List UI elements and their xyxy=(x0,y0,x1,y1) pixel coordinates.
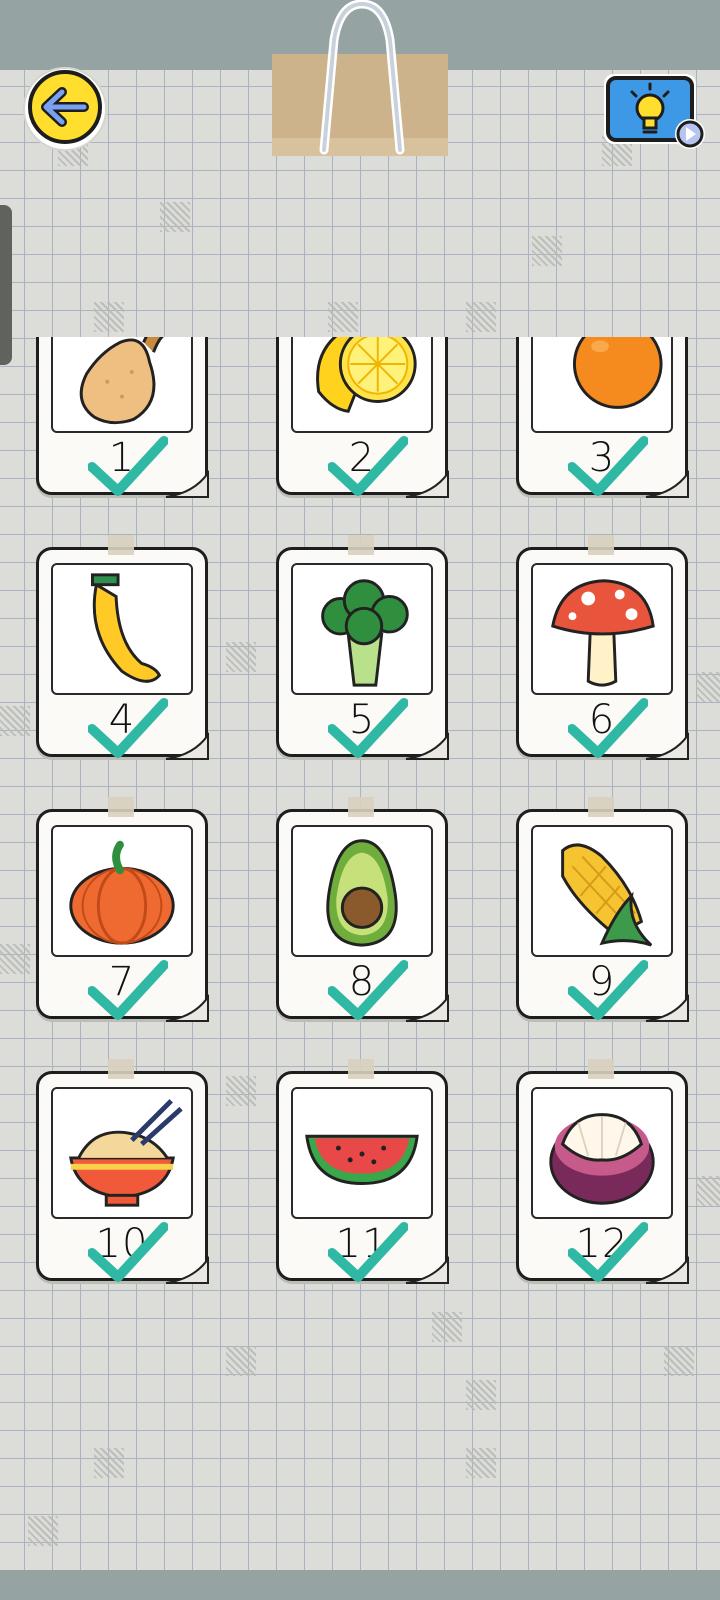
level-card[interactable]: 10 xyxy=(36,1059,209,1284)
checkmark-icon xyxy=(88,436,168,496)
hatch-decoration xyxy=(28,1516,58,1546)
hatch-decoration xyxy=(160,202,190,232)
checkmark-icon xyxy=(568,1222,648,1282)
checkmark-icon xyxy=(328,960,408,1020)
banana-icon xyxy=(90,573,162,683)
tape-decoration xyxy=(348,797,374,817)
level-grid: 1 2 3 4 5 6 7 8 9 10 11 12 xyxy=(0,337,720,1337)
hatch-decoration xyxy=(94,1448,124,1478)
level-card[interactable]: 6 xyxy=(516,535,689,760)
level-card[interactable]: 11 xyxy=(276,1059,449,1284)
broccoli-icon xyxy=(321,579,409,687)
tape-decoration xyxy=(588,535,614,555)
hatch-decoration xyxy=(664,1346,694,1376)
tape-decoration xyxy=(108,1059,134,1079)
level-image xyxy=(291,1087,433,1219)
checkmark-icon xyxy=(328,698,408,758)
level-image xyxy=(291,825,433,957)
pear-icon xyxy=(79,337,164,425)
noodles-icon xyxy=(69,1099,183,1207)
level-image xyxy=(531,337,673,433)
checkmark-icon xyxy=(568,960,648,1020)
level-image xyxy=(291,563,433,695)
corn-icon xyxy=(561,843,653,947)
lightbulb-video-icon xyxy=(604,74,705,149)
lemon-icon xyxy=(316,337,417,413)
checkmark-icon xyxy=(328,1222,408,1282)
pumpkin-icon xyxy=(69,840,175,945)
checkmark-icon xyxy=(568,698,648,758)
hatch-decoration xyxy=(466,1380,496,1410)
tape-decoration xyxy=(588,1059,614,1079)
tape-decoration xyxy=(108,797,134,817)
level-image xyxy=(51,563,193,695)
level-card[interactable]: 5 xyxy=(276,535,449,760)
checkmark-icon xyxy=(568,436,648,496)
level-card[interactable]: 3 xyxy=(516,337,689,498)
level-image xyxy=(291,337,433,433)
hatch-decoration xyxy=(466,1448,496,1478)
binder-clip-icon xyxy=(272,0,450,160)
checkmark-icon xyxy=(88,1222,168,1282)
level-card[interactable]: 9 xyxy=(516,797,689,1022)
orange-icon xyxy=(572,337,663,409)
mangosteen-icon xyxy=(549,1113,655,1205)
level-image xyxy=(51,337,193,433)
level-card[interactable]: 7 xyxy=(36,797,209,1022)
level-image xyxy=(531,825,673,957)
level-card[interactable]: 4 xyxy=(36,535,209,760)
checkmark-icon xyxy=(88,960,168,1020)
level-card[interactable]: 12 xyxy=(516,1059,689,1284)
hatch-decoration xyxy=(532,236,562,266)
checkmark-icon xyxy=(328,436,408,496)
back-button[interactable] xyxy=(22,66,108,152)
level-card[interactable]: 2 xyxy=(276,337,449,498)
tape-decoration xyxy=(588,797,614,817)
arrow-left-icon xyxy=(23,67,107,151)
hatch-decoration xyxy=(466,302,496,332)
bottom-bar xyxy=(0,1570,720,1600)
hatch-decoration xyxy=(94,302,124,332)
level-card[interactable]: 8 xyxy=(276,797,449,1022)
tape-decoration xyxy=(348,535,374,555)
mushroom-icon xyxy=(551,579,655,687)
hatch-decoration xyxy=(328,302,358,332)
watermelon-icon xyxy=(305,1134,419,1186)
hint-button[interactable] xyxy=(602,72,708,152)
tape-decoration xyxy=(348,1059,374,1079)
avocado-icon xyxy=(326,839,398,947)
hatch-decoration xyxy=(226,1346,256,1376)
tape-decoration xyxy=(108,535,134,555)
level-card[interactable]: 1 xyxy=(36,337,209,498)
checkmark-icon xyxy=(88,698,168,758)
level-image xyxy=(51,1087,193,1219)
level-image xyxy=(51,825,193,957)
level-image xyxy=(531,1087,673,1219)
level-image xyxy=(531,563,673,695)
